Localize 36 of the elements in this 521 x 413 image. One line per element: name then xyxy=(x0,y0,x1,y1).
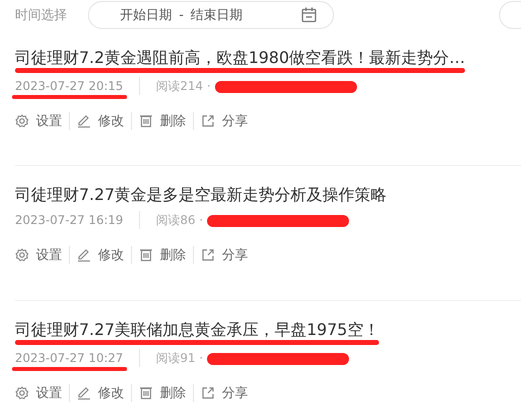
share-icon xyxy=(201,114,215,128)
read-count: 阅读214 · xyxy=(156,78,211,95)
gear-icon xyxy=(15,386,29,400)
delete-button[interactable]: 删除 xyxy=(139,384,186,402)
share-button[interactable]: 分享 xyxy=(201,112,248,130)
edit-button[interactable]: 修改 xyxy=(77,384,124,402)
share-button[interactable]: 分享 xyxy=(201,246,248,264)
filter-label: 时间选择 xyxy=(15,7,68,24)
edit-button[interactable]: 修改 xyxy=(77,246,124,264)
pencil-icon xyxy=(77,114,91,128)
share-button[interactable]: 分享 xyxy=(201,384,248,402)
date-range-field[interactable]: 开始日期 - 结束日期 xyxy=(88,1,334,29)
delete-button[interactable]: 删除 xyxy=(139,246,186,264)
share-icon xyxy=(201,248,215,262)
settings-button[interactable]: 设置 xyxy=(15,112,62,130)
share-icon xyxy=(201,386,215,400)
edit-button[interactable]: 修改 xyxy=(77,112,124,130)
trash-icon xyxy=(139,248,153,262)
article-title[interactable]: 司徒理财7.27黄金是多是空最新走势分析及操作策略 xyxy=(15,183,387,207)
post-time: 2023-07-27 10:27 xyxy=(15,350,124,367)
article-title[interactable]: 司徒理财7.2黄金遇阻前高，欧盘1980做空看跌！最新走势分… xyxy=(15,46,466,70)
gear-icon xyxy=(15,248,29,262)
trash-icon xyxy=(139,114,153,128)
delete-button[interactable]: 删除 xyxy=(139,112,186,130)
pencil-icon xyxy=(77,248,91,262)
article-title[interactable]: 司徒理财7.27美联储加息黄金承压，早盘1975空！ xyxy=(15,318,380,342)
gear-icon xyxy=(15,114,29,128)
calendar-icon[interactable] xyxy=(301,7,317,23)
pencil-icon xyxy=(77,386,91,400)
post-time: 2023-07-27 16:19 xyxy=(15,212,124,229)
post-time: 2023-07-27 20:15 xyxy=(15,78,124,95)
settings-button[interactable]: 设置 xyxy=(15,384,62,402)
settings-button[interactable]: 设置 xyxy=(15,246,62,264)
read-count: 阅读91 · xyxy=(156,350,204,367)
trash-icon xyxy=(139,386,153,400)
read-count: 阅读86 · xyxy=(156,212,204,229)
